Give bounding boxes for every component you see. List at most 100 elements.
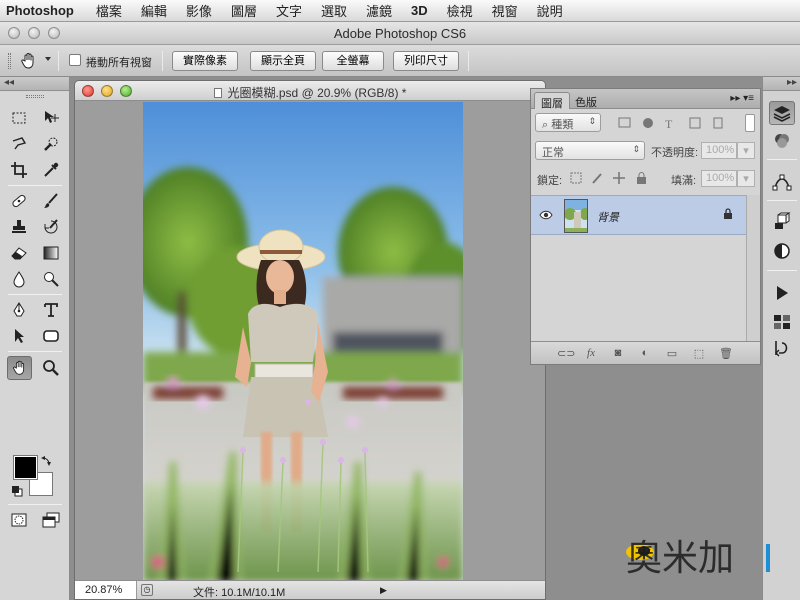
rectangle-tool-icon[interactable] xyxy=(40,325,62,347)
brush-tool-icon[interactable] xyxy=(40,190,62,212)
3d-panel-icon[interactable] xyxy=(769,209,795,233)
document-size-readout: 文件: 10.1M/10.1M xyxy=(193,587,286,599)
scroll-all-windows-checkbox[interactable] xyxy=(69,54,81,66)
menu-window[interactable]: 視窗 xyxy=(492,1,518,20)
zoom-level-field[interactable]: 20.87% xyxy=(75,581,137,599)
tools-panel: ◂◂ xyxy=(0,77,70,600)
menu-type[interactable]: 文字 xyxy=(276,1,302,20)
status-menu-arrow-icon[interactable]: ▶ xyxy=(380,585,387,596)
app-menu[interactable]: Photoshop xyxy=(6,3,74,18)
adjustments-panel-icon[interactable] xyxy=(769,239,795,263)
zoom-tool-icon[interactable] xyxy=(40,357,62,379)
options-grip-icon[interactable] xyxy=(8,53,11,69)
link-layers-icon[interactable]: ⊂⊃ xyxy=(557,347,575,360)
marquee-tool-icon[interactable] xyxy=(8,107,30,129)
new-layer-icon[interactable]: ⬚ xyxy=(692,347,706,360)
blend-mode-select[interactable]: 正常 ⇕ xyxy=(535,141,645,160)
select-arrows-icon: ⇕ xyxy=(632,144,640,154)
channels-panel-icon[interactable] xyxy=(769,129,795,153)
eraser-tool-icon[interactable] xyxy=(8,242,30,264)
path-selection-tool-icon[interactable] xyxy=(8,325,30,347)
quick-selection-tool-icon[interactable] xyxy=(40,133,62,155)
quick-mask-icon[interactable] xyxy=(8,509,30,531)
scroll-all-windows-label: 捲動所有視窗 xyxy=(86,57,152,69)
move-tool-icon[interactable] xyxy=(40,107,62,129)
pen-tool-icon[interactable] xyxy=(8,299,30,321)
dock-divider xyxy=(767,200,797,201)
opacity-field[interactable]: 100% xyxy=(701,142,737,159)
screen-mode-icon[interactable] xyxy=(40,509,62,531)
tools-divider xyxy=(8,294,62,295)
print-size-button[interactable]: 列印尺寸 xyxy=(393,51,459,71)
hand-tool-icon[interactable] xyxy=(7,356,32,380)
menu-image[interactable]: 影像 xyxy=(186,1,212,20)
menu-filter[interactable]: 濾鏡 xyxy=(366,1,392,20)
tools-panel-header[interactable]: ◂◂ xyxy=(0,77,69,91)
menu-file[interactable]: 檔案 xyxy=(96,1,122,20)
gradient-tool-icon[interactable] xyxy=(40,242,62,264)
fill-screen-button[interactable]: 全螢幕 xyxy=(322,51,384,71)
tool-preset-chevron-down-icon[interactable] xyxy=(45,57,51,61)
history-brush-tool-icon[interactable] xyxy=(40,216,62,238)
tool-preset-hand-icon[interactable] xyxy=(19,51,39,71)
lock-options-icons[interactable] xyxy=(569,171,655,185)
options-divider xyxy=(468,51,469,71)
type-tool-icon[interactable] xyxy=(40,299,62,321)
image-canvas[interactable] xyxy=(143,102,463,582)
menu-edit[interactable]: 編輯 xyxy=(141,1,167,20)
menu-3d[interactable]: 3D xyxy=(411,3,428,18)
layer-name[interactable]: 背景 xyxy=(597,209,619,225)
layers-panel-icon[interactable] xyxy=(769,101,795,125)
filter-kind-select[interactable]: ⌕ 種類 ⇕ xyxy=(535,113,601,132)
new-group-folder-icon[interactable]: ▭ xyxy=(665,347,679,360)
foreground-color-swatch[interactable] xyxy=(13,455,38,480)
menu-layer[interactable]: 圖層 xyxy=(231,1,257,20)
default-colors-icon[interactable] xyxy=(10,484,24,498)
fit-screen-button[interactable]: 顯示全頁 xyxy=(250,51,316,71)
lock-label: 鎖定: xyxy=(537,175,563,187)
document-title-text: 光圈模糊.psd @ 20.9% (RGB/8) * xyxy=(227,86,407,100)
eyedropper-tool-icon[interactable] xyxy=(40,159,62,181)
options-divider xyxy=(58,51,59,71)
filter-toggle-switch[interactable] xyxy=(745,114,755,132)
fill-field[interactable]: 100% xyxy=(701,170,737,187)
status-info-icon[interactable]: ◷ xyxy=(141,584,153,596)
menu-help[interactable]: 說明 xyxy=(537,1,563,20)
layer-style-fx-icon[interactable]: fx xyxy=(584,347,598,360)
menu-bar: Photoshop 檔案 編輯 影像 圖層 文字 選取 濾鏡 3D 檢視 視窗 … xyxy=(0,0,800,22)
layers-panel: 圖層 色版 ▸▸ ▾≡ ⌕ 種類 ⇕ T 正常 ⇕ 不透明度: 100% ▾ 鎖… xyxy=(530,88,761,365)
blur-tool-icon[interactable] xyxy=(8,268,30,290)
history-panel-icon[interactable] xyxy=(769,336,795,360)
actual-pixels-button[interactable]: 實際像素 xyxy=(172,51,238,71)
lasso-tool-icon[interactable] xyxy=(8,133,30,155)
tools-grip-icon[interactable] xyxy=(26,95,44,98)
panel-menu-icon[interactable]: ▸▸ ▾≡ xyxy=(730,93,754,104)
opacity-dropdown-icon[interactable]: ▾ xyxy=(737,142,755,159)
paths-panel-icon[interactable] xyxy=(769,170,795,194)
fill-dropdown-icon[interactable]: ▾ xyxy=(737,170,755,187)
tab-channels[interactable]: 色版 xyxy=(569,92,603,109)
delete-layer-trash-icon[interactable]: 🗑 xyxy=(719,347,733,360)
document-title-bar[interactable]: 光圈模糊.psd @ 20.9% (RGB/8) * xyxy=(75,81,545,101)
add-mask-icon[interactable]: ◙ xyxy=(611,347,625,360)
actions-play-icon[interactable] xyxy=(769,281,795,305)
crop-tool-icon[interactable] xyxy=(8,159,30,181)
adjustment-layer-icon[interactable]: ◐ xyxy=(638,347,652,360)
layers-scrollbar[interactable] xyxy=(746,195,760,341)
search-icon: ⌕ xyxy=(542,119,549,131)
collapse-chevron-icon[interactable]: ◂◂ xyxy=(4,77,14,88)
menu-select[interactable]: 選取 xyxy=(321,1,347,20)
healing-brush-tool-icon[interactable] xyxy=(8,190,30,212)
tab-layers[interactable]: 圖層 xyxy=(534,92,570,110)
swap-colors-icon[interactable] xyxy=(40,453,54,467)
opacity-label: 不透明度: xyxy=(651,147,699,159)
clone-stamp-tool-icon[interactable] xyxy=(8,216,30,238)
layers-panel-tabbar: 圖層 色版 ▸▸ ▾≡ xyxy=(531,89,760,110)
dock-expand-chevron-icon[interactable]: ▸▸ xyxy=(763,77,800,91)
dodge-tool-icon[interactable] xyxy=(40,268,62,290)
layer-visibility-eye-icon[interactable] xyxy=(539,209,553,224)
tools-divider xyxy=(8,504,62,505)
layer-row-background[interactable]: 背景 xyxy=(531,195,747,235)
swatches-panel-icon[interactable] xyxy=(769,310,795,334)
menu-view[interactable]: 檢視 xyxy=(447,1,473,20)
